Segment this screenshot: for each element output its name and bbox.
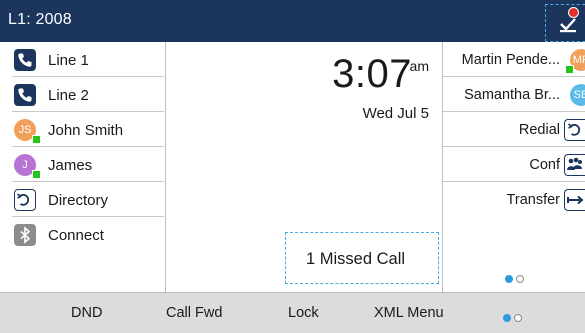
line-key-label: Line 2 xyxy=(48,87,89,104)
phone-icon xyxy=(14,84,36,106)
line-key-1[interactable]: Line 1 xyxy=(12,42,164,77)
transfer-icon xyxy=(564,189,585,211)
directory-icon xyxy=(14,189,36,211)
left-line-keys: Line 1 Line 2 JS John Smith J James Dire… xyxy=(0,42,166,292)
missed-calls-label: 1 Missed Call xyxy=(306,250,406,268)
connect-key[interactable]: Connect xyxy=(12,217,164,252)
page-dot-inactive xyxy=(516,275,524,283)
softkey-call-fwd[interactable]: Call Fwd xyxy=(166,305,222,321)
line-key-label: Line 1 xyxy=(48,52,89,69)
softkey-xml-menu[interactable]: XML Menu xyxy=(374,305,444,321)
presence-available-icon xyxy=(32,135,41,144)
avatar: SB xyxy=(570,84,585,106)
softkey-lock[interactable]: Lock xyxy=(288,305,319,321)
contact-key-martin[interactable]: Martin Pende... MP xyxy=(443,42,585,77)
contact-key-label: James xyxy=(48,157,93,174)
clock-date: Wed Jul 5 xyxy=(362,105,429,122)
contact-key-samantha[interactable]: Samantha Br... SB xyxy=(443,77,585,112)
status-bar: L1: 2008 xyxy=(0,0,585,42)
contact-key-label: Samantha Br... xyxy=(464,87,560,103)
redial-key[interactable]: Redial xyxy=(443,112,585,147)
clock-time: 3:07 xyxy=(332,52,412,96)
conference-label: Conf xyxy=(529,157,560,173)
contact-key-label: John Smith xyxy=(48,122,124,139)
softkey-dnd[interactable]: DND xyxy=(71,305,102,321)
page-dot-inactive xyxy=(514,314,522,322)
directory-label: Directory xyxy=(48,192,109,209)
conference-icon xyxy=(564,154,585,176)
line-label: L1: 2008 xyxy=(8,11,72,28)
conference-key[interactable]: Conf xyxy=(443,147,585,182)
directory-key[interactable]: Directory xyxy=(12,182,164,217)
phone-icon xyxy=(14,49,36,71)
page-dot-active xyxy=(505,275,513,283)
contact-key-james[interactable]: J James xyxy=(12,147,164,182)
contact-key-label: Martin Pende... xyxy=(461,52,560,68)
voicemail-check-icon xyxy=(560,18,576,33)
right-feature-keys: Martin Pende... MP Samantha Br... SB Red… xyxy=(442,42,585,292)
page-dot-active xyxy=(503,314,511,322)
connect-label: Connect xyxy=(48,227,104,244)
right-keys-pagination xyxy=(505,270,527,288)
bluetooth-icon xyxy=(14,224,36,246)
voicemail-badge-icon xyxy=(568,7,579,18)
presence-available-icon xyxy=(32,170,41,179)
clock-ampm: am xyxy=(409,58,429,74)
idle-screen: 3:07 am Wed Jul 5 1 Missed Call xyxy=(167,42,442,292)
transfer-key[interactable]: Transfer xyxy=(443,182,585,217)
redial-label: Redial xyxy=(518,122,560,138)
voicemail-button[interactable] xyxy=(545,4,585,42)
redial-icon xyxy=(564,119,585,141)
missed-calls-button[interactable]: 1 Missed Call xyxy=(285,232,439,284)
line-key-2[interactable]: Line 2 xyxy=(12,77,164,112)
transfer-label: Transfer xyxy=(506,192,560,208)
softkey-pagination[interactable] xyxy=(503,309,525,327)
softkey-bar: DND Call Fwd Lock XML Menu xyxy=(0,292,585,333)
contact-key-john-smith[interactable]: JS John Smith xyxy=(12,112,164,147)
presence-available-icon xyxy=(565,65,574,74)
